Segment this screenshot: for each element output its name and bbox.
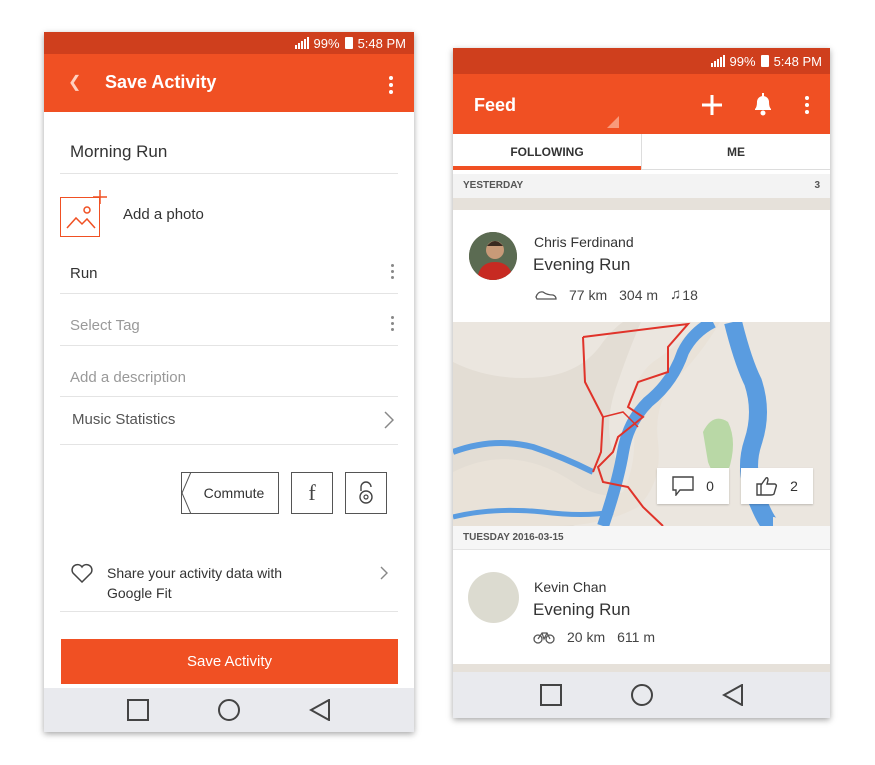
app-bar: ❮ Save Activity xyxy=(44,54,414,112)
avatar[interactable] xyxy=(469,232,517,280)
overflow-menu-icon[interactable] xyxy=(805,96,809,114)
home-icon[interactable] xyxy=(217,698,241,722)
select-tag-field[interactable]: Select Tag xyxy=(60,294,398,346)
tag-notch-icon xyxy=(181,472,192,514)
select-tag-placeholder: Select Tag xyxy=(70,317,140,334)
activity-stats: 20 km 611 m xyxy=(533,629,655,645)
activity-map[interactable]: 0 2 xyxy=(453,322,830,526)
status-bar: 99% 5:48 PM xyxy=(44,32,414,54)
description-field[interactable]: Add a description xyxy=(60,346,398,397)
section-header-date: TUESDAY 2016-03-15 xyxy=(453,526,830,550)
battery-icon xyxy=(344,37,353,49)
clock: 5:48 PM xyxy=(357,35,406,51)
page-title: Feed xyxy=(474,95,517,115)
activity-type-value: Run xyxy=(70,265,98,282)
recents-icon[interactable] xyxy=(127,699,149,721)
lock-icon xyxy=(359,481,373,504)
system-nav-bar xyxy=(44,688,414,732)
google-fit-line1: Share your activity data with xyxy=(107,565,283,581)
activity-stats: 77 km 304 m ♫ 18 xyxy=(535,286,698,303)
battery-icon xyxy=(760,55,769,67)
google-fit-line2: Google Fit xyxy=(107,585,172,601)
back-nav-icon[interactable] xyxy=(721,684,744,706)
activity-card-header[interactable]: Chris Ferdinand Evening Run 77 km 304 m … xyxy=(453,210,830,322)
feed-screen: 99% 5:48 PM Feed FOLLOWING ME YESTERDAY … xyxy=(453,48,830,718)
battery-percent: 99% xyxy=(313,35,340,51)
section-label: YESTERDAY xyxy=(463,180,524,191)
music-statistics-label: Music Statistics xyxy=(72,411,176,428)
commute-label: Commute xyxy=(203,485,265,501)
athlete-name[interactable]: Chris Ferdinand xyxy=(534,234,634,250)
activity-card-header[interactable]: Kevin Chan Evening Run 20 km 611 m xyxy=(453,551,830,664)
map-strip xyxy=(453,198,830,210)
distance: 20 km xyxy=(567,629,606,645)
more-icon xyxy=(391,316,394,331)
tab-following[interactable]: FOLLOWING xyxy=(453,134,641,170)
back-icon[interactable]: ❮ xyxy=(68,72,81,92)
chevron-right-icon xyxy=(380,566,388,580)
signal-icon xyxy=(294,37,309,49)
back-nav-icon[interactable] xyxy=(309,699,331,721)
music-count: 18 xyxy=(682,286,698,303)
shoe-icon xyxy=(535,290,557,300)
more-icon xyxy=(391,264,394,279)
section-header-yesterday: YESTERDAY 3 xyxy=(453,174,830,198)
activity-name-value: Morning Run xyxy=(70,142,168,161)
add-photo-label: Add a photo xyxy=(123,206,204,223)
comment-count: 0 xyxy=(706,478,714,494)
dropdown-corner-icon[interactable] xyxy=(607,116,619,128)
add-photo-row[interactable]: Add a photo xyxy=(44,182,414,252)
music-note-icon: ♫ xyxy=(670,286,682,303)
activity-type-select[interactable]: Run xyxy=(60,252,398,294)
add-icon[interactable] xyxy=(701,94,723,116)
feed-tabs: FOLLOWING ME xyxy=(453,134,830,170)
home-icon[interactable] xyxy=(630,683,654,707)
description-placeholder: Add a description xyxy=(70,369,186,386)
activity-title[interactable]: Evening Run xyxy=(533,255,630,275)
section-count: 3 xyxy=(814,180,820,191)
kudos-count: 2 xyxy=(790,478,798,494)
activity-title[interactable]: Evening Run xyxy=(533,600,630,620)
chevron-right-icon xyxy=(384,411,394,429)
athlete-name[interactable]: Kevin Chan xyxy=(534,579,606,595)
commute-toggle[interactable]: Commute xyxy=(181,472,279,514)
music-statistics-row[interactable]: Music Statistics xyxy=(60,397,398,445)
battery-percent: 99% xyxy=(729,53,756,69)
clock: 5:48 PM xyxy=(773,53,822,69)
elevation: 611 m xyxy=(617,629,655,645)
privacy-button[interactable] xyxy=(345,472,387,514)
save-activity-button[interactable]: Save Activity xyxy=(61,639,398,684)
system-nav-bar xyxy=(453,672,830,718)
page-title: Save Activity xyxy=(105,72,217,92)
overflow-menu-icon[interactable] xyxy=(389,76,393,94)
notifications-bell-icon[interactable] xyxy=(752,92,774,116)
section-label: TUESDAY 2016-03-15 xyxy=(463,532,564,543)
music-stat: ♫ 18 xyxy=(670,286,698,303)
thumbs-up-icon xyxy=(756,477,778,496)
signal-icon xyxy=(710,55,725,67)
kudos-button[interactable]: 2 xyxy=(741,468,813,504)
bike-icon xyxy=(533,632,555,644)
status-bar: 99% 5:48 PM xyxy=(453,48,830,74)
recents-icon[interactable] xyxy=(539,684,562,706)
heart-icon xyxy=(71,563,93,583)
tab-me[interactable]: ME xyxy=(641,134,830,169)
save-activity-screen: 99% 5:48 PM ❮ Save Activity Morning Run … xyxy=(44,32,414,732)
distance: 77 km xyxy=(569,286,608,303)
facebook-icon: f xyxy=(308,480,316,505)
facebook-share-button[interactable]: f xyxy=(291,472,333,514)
avatar[interactable] xyxy=(468,572,519,623)
app-bar: Feed xyxy=(453,74,830,134)
comment-icon xyxy=(672,476,694,496)
comment-button[interactable]: 0 xyxy=(657,468,729,504)
plus-icon xyxy=(93,190,107,204)
activity-name-field[interactable]: Morning Run xyxy=(60,112,398,174)
google-fit-row[interactable]: Share your activity data with Google Fit xyxy=(60,552,398,612)
elevation: 304 m xyxy=(619,286,659,303)
